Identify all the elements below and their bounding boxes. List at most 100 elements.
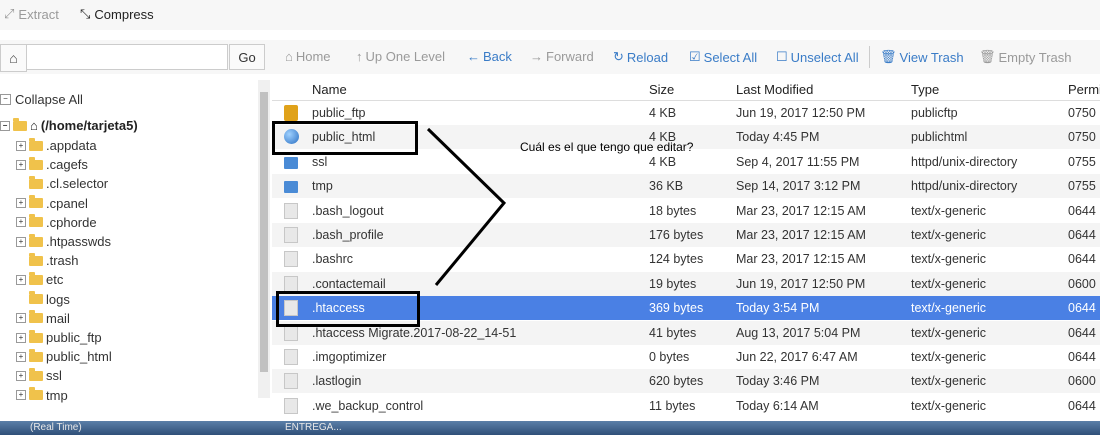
sidebar-item-label: .appdata <box>46 138 97 153</box>
cell-size: 11 bytes <box>649 398 696 413</box>
sidebar-item[interactable]: + mail <box>16 310 70 326</box>
expand-icon[interactable]: + <box>16 140 26 151</box>
table-row[interactable]: .imgoptimizer 0 bytes Jun 22, 2017 6:47 AM… <box>272 345 1100 369</box>
collapse-all-button[interactable]: − Collapse All <box>0 92 83 107</box>
trash-icon: 🗑 <box>880 49 897 64</box>
table-row[interactable]: .bash_logout 18 bytes Mar 23, 2017 12:15 A… <box>272 199 1100 223</box>
sidebar-item[interactable]: .trash <box>16 252 79 268</box>
reload-icon: ↻ <box>613 49 624 64</box>
cell-perm: 0755 <box>1068 179 1096 194</box>
cell-name: .lastlogin <box>312 374 362 389</box>
cell-size: 124 bytes <box>649 252 704 267</box>
sidebar-item[interactable]: + .cphorde <box>16 214 97 230</box>
trash-icon: 🗑 <box>979 49 996 64</box>
folder-open-icon <box>13 117 27 131</box>
up-one-level-button[interactable]: ↑ Up One Level <box>356 49 445 64</box>
file-icon <box>284 251 298 268</box>
cell-size: 0 bytes <box>649 350 690 364</box>
sidebar-item[interactable]: + .cpanel <box>16 195 88 211</box>
cell-modified: Today 3:46 PM <box>736 374 820 389</box>
home-button[interactable]: ⌂ Home <box>285 49 331 64</box>
cell-type: publicftp <box>911 106 958 120</box>
cell-name: .bashrc <box>312 252 353 267</box>
table-row[interactable]: .bash_profile 176 bytes Mar 23, 2017 12:15… <box>272 223 1100 247</box>
sidebar-scroll-thumb[interactable] <box>260 92 268 372</box>
compress-button[interactable]: ⤡ Compress <box>80 6 154 22</box>
tree-root[interactable]: − ⌂ (/home/tarjeta5) <box>0 117 138 133</box>
cell-type: text/x-generic <box>911 228 987 242</box>
cell-type: text/x-generic <box>911 350 987 364</box>
sidebar-item[interactable]: + ssl <box>16 367 62 384</box>
expand-icon[interactable]: + <box>16 159 26 170</box>
expand-icon[interactable]: + <box>16 236 26 247</box>
cell-perm: 0644 <box>1068 325 1096 340</box>
empty-trash-button[interactable]: 🗑 Empty Trash <box>979 49 1071 65</box>
cell-type: publichtml <box>911 130 968 145</box>
cell-perm: 0750 <box>1068 130 1096 145</box>
expand-icon[interactable]: + <box>16 217 26 228</box>
extract-button[interactable]: ⤢ Extract <box>4 6 59 22</box>
highlight-box-public-html <box>272 121 418 155</box>
sidebar-item[interactable]: + etc <box>16 271 63 287</box>
unselect-all-button[interactable]: ☐ Unselect All <box>776 49 859 65</box>
cell-name: .imgoptimizer <box>312 350 387 364</box>
cell-perm: 0600 <box>1068 374 1096 389</box>
sidebar-item[interactable]: + tmp <box>16 387 68 403</box>
cell-size: 41 bytes <box>649 325 697 340</box>
sidebar-item[interactable]: + .htpasswds <box>16 233 112 249</box>
reload-button[interactable]: ↻ Reload <box>613 49 668 65</box>
back-button[interactable]: ← Back <box>467 49 512 64</box>
table-row[interactable]: tmp 36 KB Sep 14, 2017 3:12 PM httpd/unix-d… <box>272 174 1100 199</box>
cell-name: .bash_logout <box>312 203 384 218</box>
cell-type: text/x-generic <box>911 374 987 389</box>
expand-icon[interactable]: + <box>16 332 26 343</box>
sidebar-item[interactable]: logs <box>16 291 70 307</box>
highlight-box-htaccess <box>276 291 420 327</box>
home-icon-button[interactable]: ⌂ <box>0 44 27 72</box>
sidebar-item[interactable]: + .cagefs <box>16 156 88 172</box>
taskbar-item[interactable]: ENTREGA... <box>285 422 342 433</box>
column-size[interactable]: Size <box>649 82 674 97</box>
cell-type: httpd/unix-directory <box>911 179 1018 194</box>
arrow-right-icon: → <box>530 49 543 64</box>
cell-perm: 0644 <box>1068 252 1096 267</box>
expand-icon[interactable]: + <box>16 313 26 324</box>
expand-icon[interactable]: + <box>16 274 26 285</box>
sidebar-item-label: ssl <box>46 368 62 384</box>
folder-icon <box>29 214 43 228</box>
cell-perm: 0755 <box>1068 154 1096 169</box>
cell-size: 4 KB <box>649 154 677 169</box>
column-last-modified[interactable]: Last Modified <box>736 82 813 97</box>
sidebar-item[interactable]: + public_ftp <box>16 329 102 345</box>
sidebar-item[interactable]: .cl.selector <box>16 175 108 191</box>
cell-perm: 0644 <box>1068 203 1096 218</box>
cell-modified: Today 6:14 AM <box>736 398 819 413</box>
column-type[interactable]: Type <box>911 82 939 97</box>
expand-icon[interactable]: + <box>16 198 26 209</box>
file-icon <box>284 275 298 292</box>
path-input[interactable] <box>26 44 228 70</box>
forward-button[interactable]: → Forward <box>530 49 594 64</box>
file-icon <box>284 397 298 414</box>
expand-icon[interactable]: + <box>16 351 26 362</box>
table-row[interactable]: .bashrc 124 bytes Mar 23, 2017 12:15 AM tex… <box>272 247 1100 271</box>
cell-size: 18 bytes <box>649 203 697 218</box>
expand-icon[interactable]: + <box>16 390 26 401</box>
expand-icon[interactable]: + <box>16 370 26 381</box>
column-name[interactable]: Name <box>312 82 347 97</box>
table-row[interactable]: .we_backup_control 11 bytes Today 6:14 AM t… <box>272 394 1100 418</box>
select-all-button[interactable]: ☑ Select All <box>689 49 757 65</box>
cell-size: 620 bytes <box>649 374 704 389</box>
column-permissions[interactable]: Permi <box>1068 82 1100 97</box>
taskbar-item[interactable]: (Real Time) <box>30 422 82 433</box>
compress-icon: ⤡ <box>80 6 91 21</box>
go-button[interactable]: Go <box>229 44 265 70</box>
table-row[interactable]: .lastlogin 620 bytes Today 3:46 PM text/x-g… <box>272 369 1100 394</box>
sidebar-item-label: .htpasswds <box>46 234 112 249</box>
view-trash-button[interactable]: 🗑 View Trash <box>880 49 964 65</box>
sidebar-item[interactable]: + .appdata <box>16 137 97 153</box>
sidebar-item[interactable]: + public_html <box>16 348 112 364</box>
sidebar-item-label: logs <box>46 291 70 307</box>
cell-modified: Today 3:54 PM <box>736 301 820 316</box>
cell-modified: Mar 23, 2017 12:15 AM <box>736 252 866 267</box>
